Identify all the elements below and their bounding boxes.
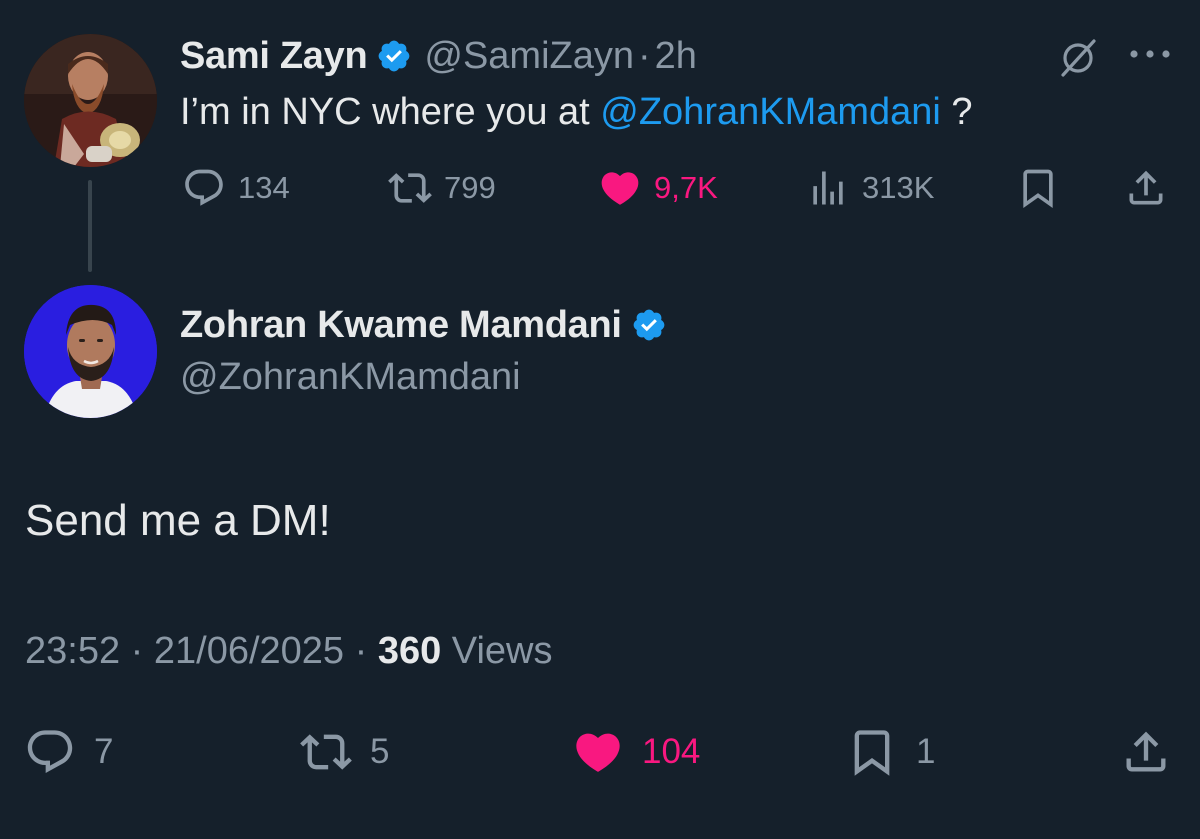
views-count: 360: [377, 630, 442, 672]
parent-author-handle[interactable]: @SamiZayn: [424, 35, 634, 78]
verified-badge-icon: [633, 309, 665, 341]
main-author-name[interactable]: Zohran Kwame Mamdani: [180, 304, 622, 347]
parent-views-count: 313K: [862, 170, 935, 205]
parent-text-after: ?: [940, 91, 973, 133]
reply-count: 7: [94, 732, 114, 771]
tweet-timestamp[interactable]: 23:52 · 21/06/2025 ·: [25, 630, 378, 672]
main-tweet-header: Zohran Kwame Mamdani: [180, 300, 667, 350]
parent-repost-button[interactable]: 799: [388, 166, 496, 210]
tweet-metadata: 23:52 · 21/06/2025 · 360 Views: [25, 630, 552, 673]
bookmark-button[interactable]: 1: [846, 726, 935, 778]
parent-tweet-time[interactable]: 2h: [655, 35, 697, 78]
reply-icon: [185, 169, 223, 206]
tweet-thread-view: Sami Zayn @SamiZayn · 2h I’m in NYC wher…: [0, 0, 1200, 839]
like-button[interactable]: 104: [572, 726, 700, 778]
parent-author-name[interactable]: Sami Zayn: [180, 35, 368, 78]
share-icon: [1129, 170, 1163, 205]
main-tweet-text: Send me a DM!: [25, 496, 331, 545]
share-icon: [1126, 731, 1166, 772]
parent-repost-count: 799: [444, 170, 496, 205]
like-count: 104: [642, 732, 701, 771]
reply-icon: [27, 730, 73, 774]
parent-reply-button[interactable]: 134: [182, 166, 290, 210]
like-icon: [576, 733, 620, 772]
parent-tweet-text: I’m in NYC where you at @ZohranKMamdani …: [180, 91, 973, 134]
parent-share-button[interactable]: [1124, 166, 1168, 210]
header-separator: ·: [638, 34, 651, 77]
sami-zayn-avatar[interactable]: [24, 34, 157, 167]
bookmark-icon: [1023, 169, 1053, 209]
parent-bookmark-button[interactable]: [1016, 166, 1060, 210]
repost-count: 5: [370, 732, 390, 771]
like-icon: [601, 172, 639, 205]
parent-views-button[interactable]: 313K: [806, 166, 934, 210]
bookmark-count: 1: [916, 732, 936, 771]
repost-icon: [388, 173, 432, 203]
reply-button[interactable]: 7: [24, 726, 113, 778]
parent-tweet-header: Sami Zayn @SamiZayn · 2h: [180, 30, 697, 82]
grok-icon[interactable]: [1057, 37, 1099, 79]
main-author-handle[interactable]: @ZohranKMamdani: [180, 356, 521, 399]
repost-button[interactable]: 5: [300, 726, 389, 778]
parent-reply-count: 134: [238, 170, 290, 205]
repost-icon: [300, 734, 352, 770]
bookmark-icon: [854, 730, 890, 776]
more-icon[interactable]: [1128, 44, 1172, 64]
share-button[interactable]: [1120, 726, 1172, 778]
views-icon: [813, 171, 843, 205]
mention-link[interactable]: @ZohranKMamdani: [600, 91, 941, 133]
parent-text-before: I’m in NYC where you at: [180, 91, 601, 133]
parent-like-count: 9,7K: [654, 170, 718, 205]
views-label: Views: [441, 630, 553, 672]
thread-connector-line: [88, 180, 92, 272]
verified-badge-icon: [379, 40, 410, 72]
zohran-mamdani-avatar[interactable]: [24, 285, 157, 418]
parent-like-button[interactable]: 9,7K: [598, 166, 718, 210]
